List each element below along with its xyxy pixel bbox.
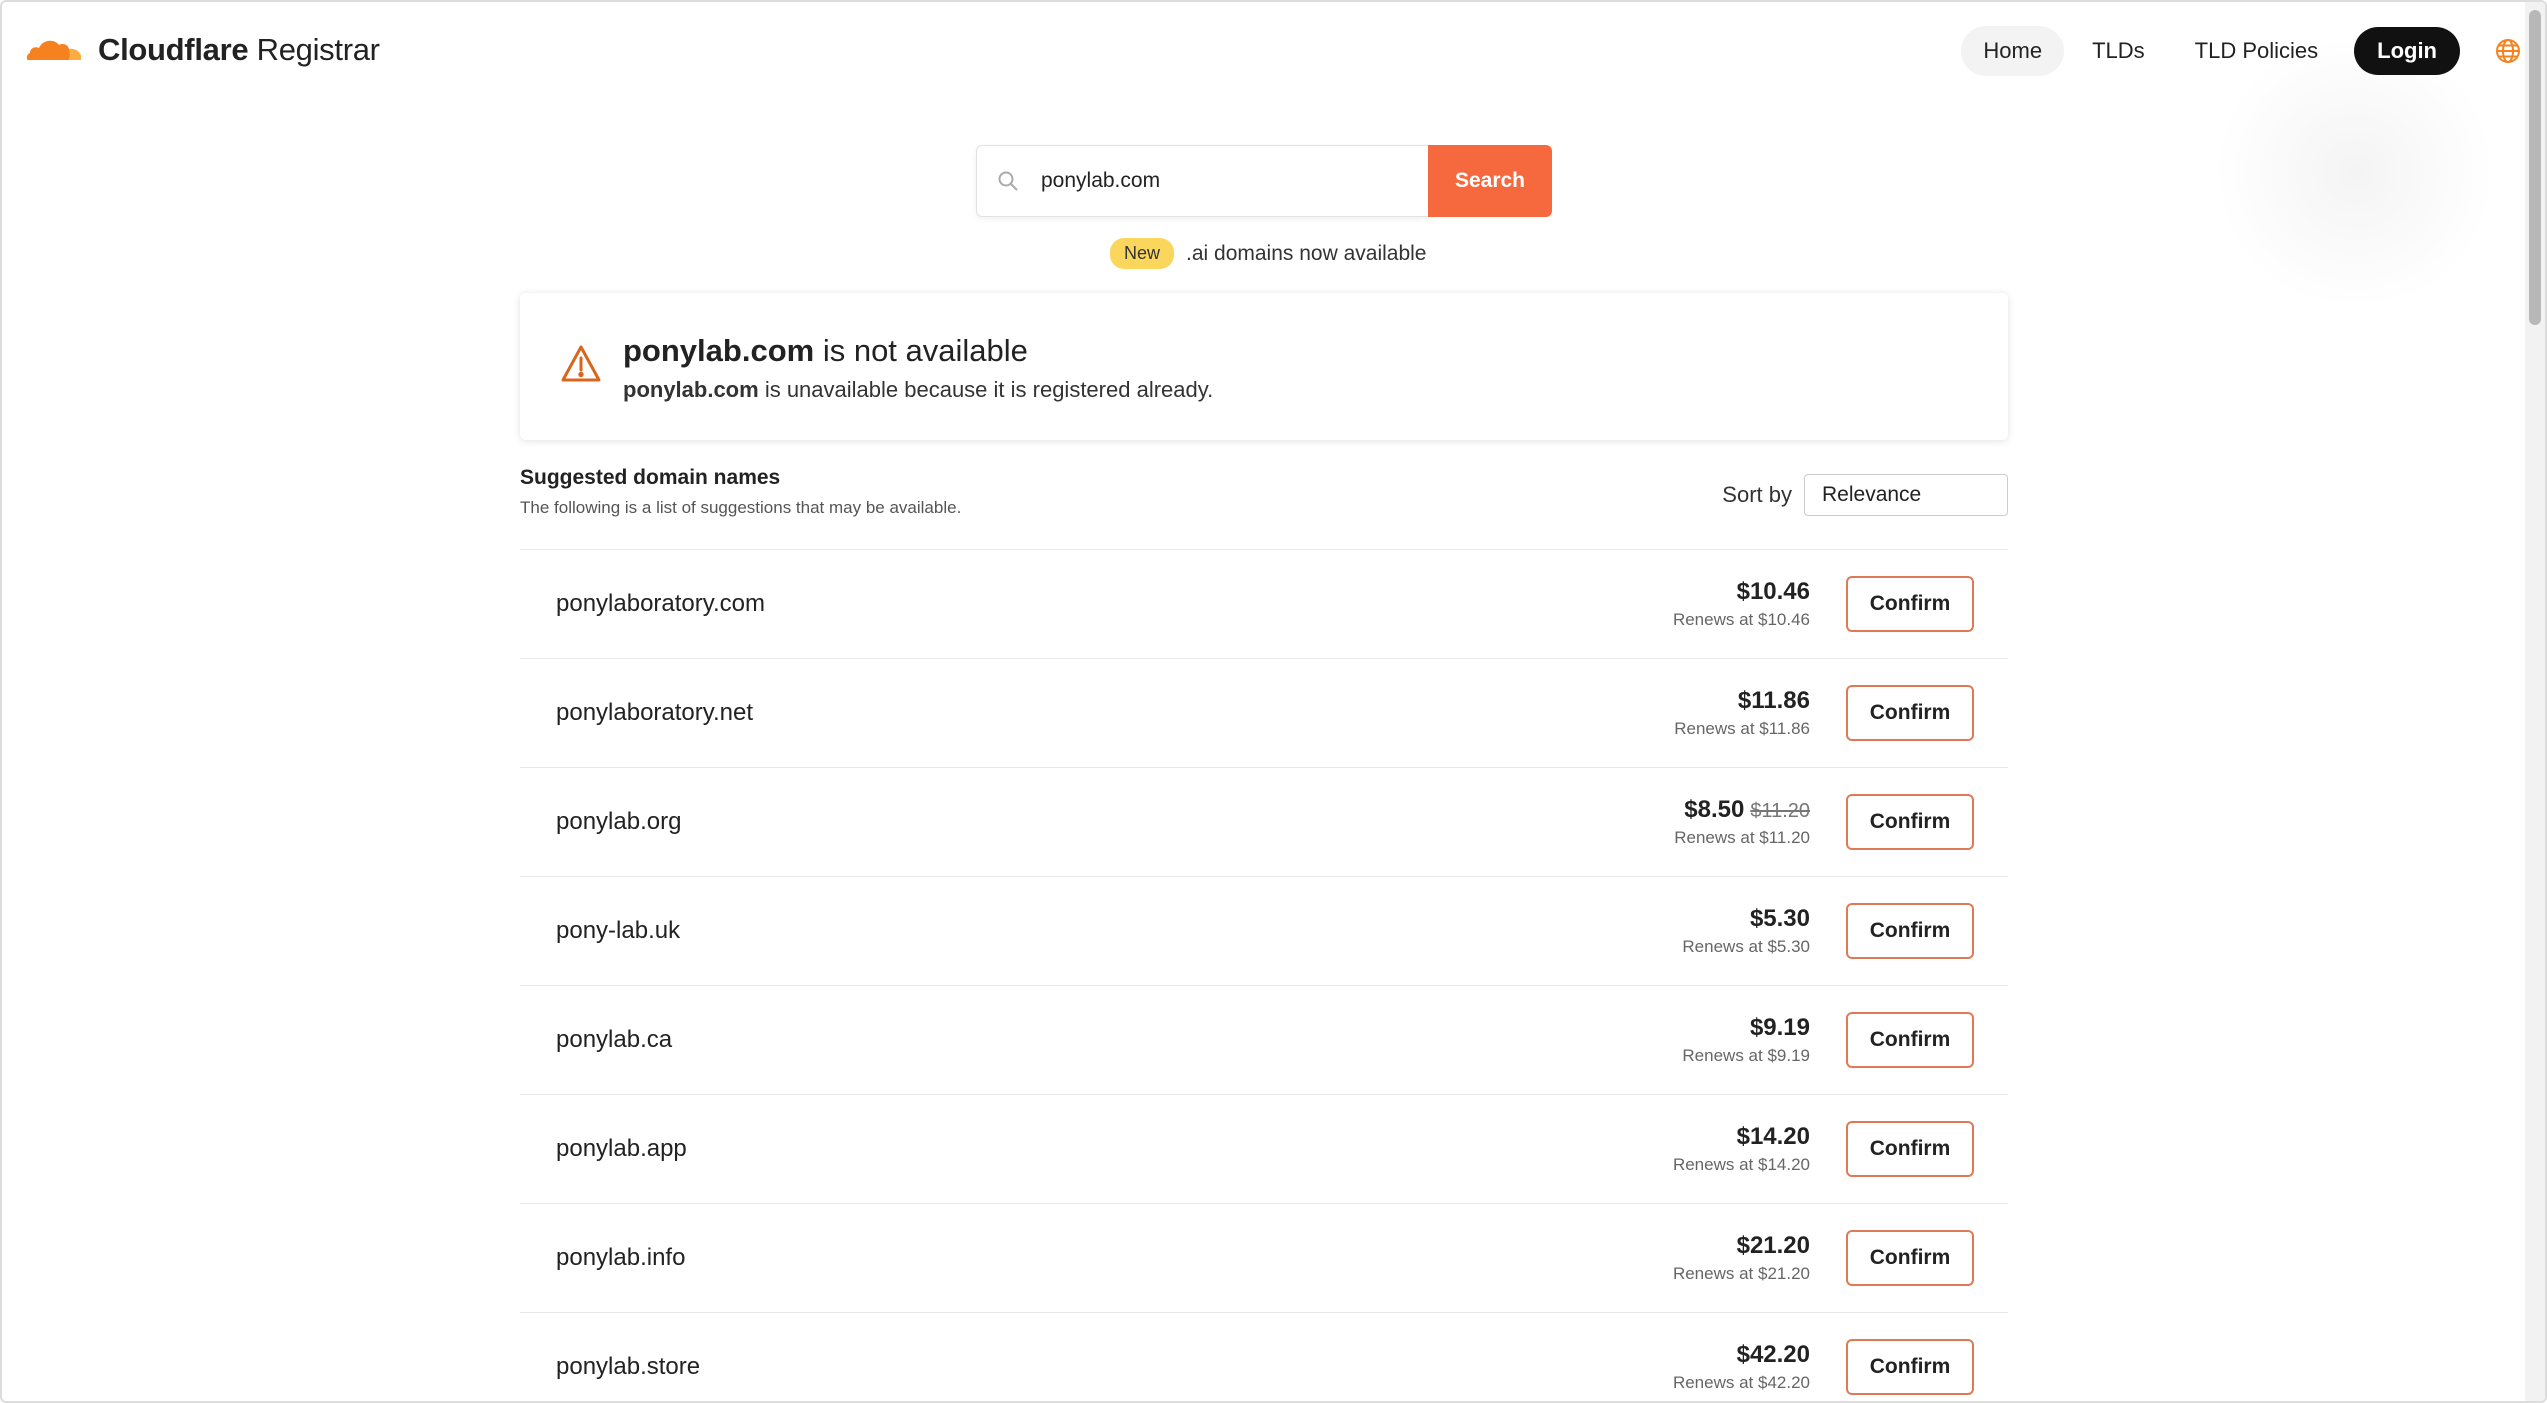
domain-name: pony-lab.uk	[556, 917, 681, 944]
unavailable-alert: ponylab.com is not available ponylab.com…	[520, 293, 2008, 440]
confirm-button[interactable]: Confirm	[1846, 1121, 1974, 1177]
price: $5.30	[1749, 905, 1810, 932]
alert-title-suffix: is not available	[822, 333, 1028, 368]
renew-price: Renews at $11.20	[1674, 828, 1810, 847]
sort-select[interactable]: Relevance	[1804, 474, 2008, 516]
alert-desc-domain: ponylab.com	[623, 377, 759, 402]
price: $42.20	[1736, 1341, 1810, 1368]
price-block: $8.50 $11.20 Renews at $11.20	[1674, 796, 1810, 848]
confirm-button[interactable]: Confirm	[1846, 903, 1974, 959]
renew-price: Renews at $5.30	[1682, 937, 1810, 956]
nav-tlds[interactable]: TLDs	[2070, 26, 2167, 76]
search-input[interactable]	[1039, 168, 1403, 194]
page-scrollbar[interactable]	[2525, 2, 2545, 1401]
announcement: New .ai domains now available	[1110, 238, 1427, 269]
confirm-button[interactable]: Confirm	[1846, 1230, 1974, 1286]
price: $9.19	[1749, 1014, 1810, 1041]
original-price: $11.20	[1750, 800, 1810, 822]
domain-name: ponylab.store	[556, 1353, 701, 1380]
suggestion-list: ponylaboratory.com $10.46 Renews at $10.…	[520, 549, 2008, 1401]
renew-price: Renews at $21.20	[1672, 1264, 1810, 1283]
price: $11.86	[1737, 687, 1810, 714]
confirm-button[interactable]: Confirm	[1846, 1339, 1974, 1395]
domain-name: ponylab.info	[556, 1244, 686, 1271]
domain-name: ponylab.app	[556, 1135, 687, 1162]
search-box	[976, 145, 1428, 217]
cloudflare-cloud-icon	[24, 35, 86, 65]
price: $21.20	[1736, 1232, 1810, 1259]
brand-name: Cloudflare Registrar	[98, 32, 380, 68]
renew-price: Renews at $11.86	[1674, 719, 1810, 738]
price-block: $9.19 Renews at $9.19	[1682, 1014, 1810, 1066]
price: $8.50	[1684, 796, 1745, 823]
brand-light: Registrar	[256, 32, 380, 67]
price-block: $14.20 Renews at $14.20	[1673, 1123, 1810, 1175]
price-block: $5.30 Renews at $5.30	[1682, 905, 1810, 957]
price-block: $42.20 Renews at $42.20	[1673, 1341, 1810, 1393]
search-button[interactable]: Search	[1428, 145, 1552, 217]
confirm-button[interactable]: Confirm	[1846, 576, 1974, 632]
price-block: $10.46 Renews at $10.46	[1673, 578, 1810, 630]
top-header: Cloudflare Registrar Home TLDs TLD Polic…	[2, 2, 2522, 102]
suggestion-row: ponylab.info $21.20 Renews at $21.20 Con…	[520, 1203, 2008, 1312]
warning-icon	[560, 343, 602, 385]
search-icon	[997, 170, 1019, 192]
main-nav: Home TLDs TLD Policies Login	[1955, 26, 2522, 76]
suggestion-row: pony-lab.uk $5.30 Renews at $5.30 Confir…	[520, 876, 2008, 985]
price-block: $21.20 Renews at $21.20	[1673, 1232, 1810, 1284]
announcement-text[interactable]: .ai domains now available	[1186, 242, 1426, 266]
confirm-button[interactable]: Confirm	[1846, 685, 1974, 741]
domain-search: Search	[976, 145, 1552, 217]
suggestion-row: ponylaboratory.com $10.46 Renews at $10.…	[520, 549, 2008, 658]
suggestions-header: Suggested domain names The following is …	[520, 466, 2008, 526]
alert-desc-suffix: is unavailable because it is registered …	[764, 377, 1214, 402]
alert-title: ponylab.com is not available	[623, 333, 1028, 369]
domain-name: ponylaboratory.com	[556, 590, 765, 617]
renew-price: Renews at $9.19	[1682, 1046, 1810, 1065]
domain-name: ponylaboratory.net	[556, 699, 754, 726]
alert-domain: ponylab.com	[623, 333, 815, 368]
confirm-button[interactable]: Confirm	[1846, 794, 1974, 850]
suggestion-row: ponylab.app $14.20 Renews at $14.20 Conf…	[520, 1094, 2008, 1203]
sort-label: Sort by	[1722, 482, 1792, 507]
login-button[interactable]: Login	[2354, 27, 2460, 75]
scrollbar-thumb[interactable]	[2529, 10, 2541, 325]
price: $14.20	[1736, 1123, 1810, 1150]
renew-price: Renews at $14.20	[1672, 1155, 1810, 1174]
price: $10.46	[1736, 578, 1810, 605]
domain-name: ponylab.org	[556, 808, 682, 835]
suggestion-row: ponylab.ca $9.19 Renews at $9.19 Confirm	[520, 985, 2008, 1094]
brand[interactable]: Cloudflare Registrar	[24, 32, 380, 68]
globe-icon[interactable]	[2494, 37, 2522, 65]
nav-tld-policies[interactable]: TLD Policies	[2173, 26, 2340, 76]
domain-name: ponylab.ca	[556, 1026, 673, 1053]
suggestion-row: ponylab.store $42.20 Renews at $42.20 Co…	[520, 1312, 2008, 1401]
suggestion-row: ponylaboratory.net $11.86 Renews at $11.…	[520, 658, 2008, 767]
nav-home[interactable]: Home	[1961, 26, 2065, 76]
sort-control: Sort by Relevance	[1722, 474, 2008, 516]
brand-strong: Cloudflare	[98, 32, 249, 67]
confirm-button[interactable]: Confirm	[1846, 1012, 1974, 1068]
renew-price: Renews at $10.46	[1672, 610, 1810, 629]
alert-description: ponylab.com is unavailable because it is…	[623, 377, 1213, 403]
renew-price: Renews at $42.20	[1672, 1373, 1810, 1392]
suggestion-row: ponylab.org $8.50 $11.20 Renews at $11.20…	[520, 767, 2008, 876]
registrar-page: Cloudflare Registrar Home TLDs TLD Polic…	[0, 0, 2547, 1403]
new-badge: New	[1110, 238, 1175, 269]
price-block: $11.86 Renews at $11.86	[1674, 687, 1810, 739]
